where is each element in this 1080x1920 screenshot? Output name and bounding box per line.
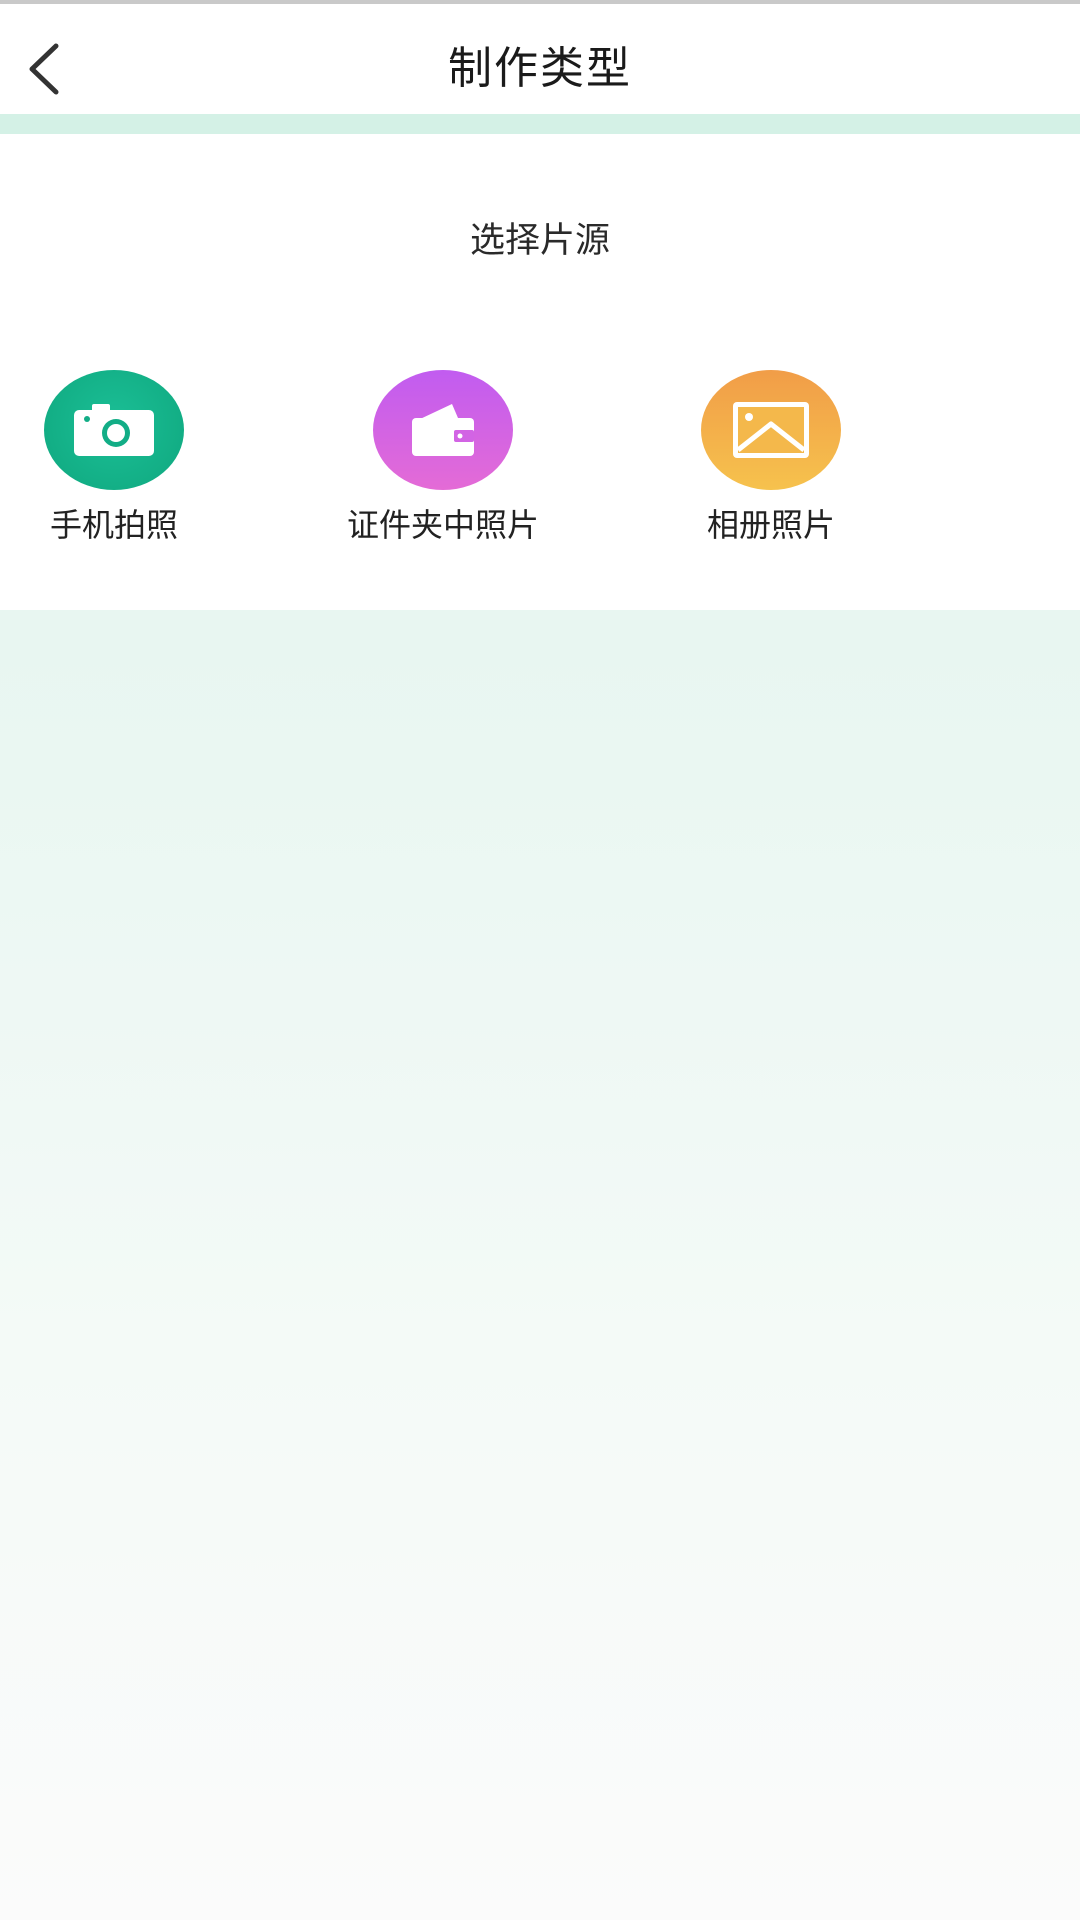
app-header: 制作类型 (0, 4, 1080, 114)
section-title: 选择片源 (469, 221, 610, 261)
page-title: 制作类型 (448, 43, 632, 94)
option-label: 手机拍照 (49, 506, 178, 544)
image-icon (701, 370, 841, 490)
option-phone-camera[interactable]: 手机拍照 (0, 370, 244, 570)
wallet-icon (373, 370, 513, 490)
header-accent-strip (0, 114, 1080, 134)
option-id-wallet-photo[interactable]: 证件夹中照片 (313, 370, 573, 570)
option-label: 相册照片 (706, 506, 835, 544)
source-panel: 选择片源 手机拍照 证件夹中照片 相册照片 (0, 134, 1080, 610)
option-album-photo[interactable]: 相册照片 (641, 370, 901, 570)
option-label: 证件夹中照片 (346, 506, 539, 544)
camera-icon (44, 370, 184, 490)
